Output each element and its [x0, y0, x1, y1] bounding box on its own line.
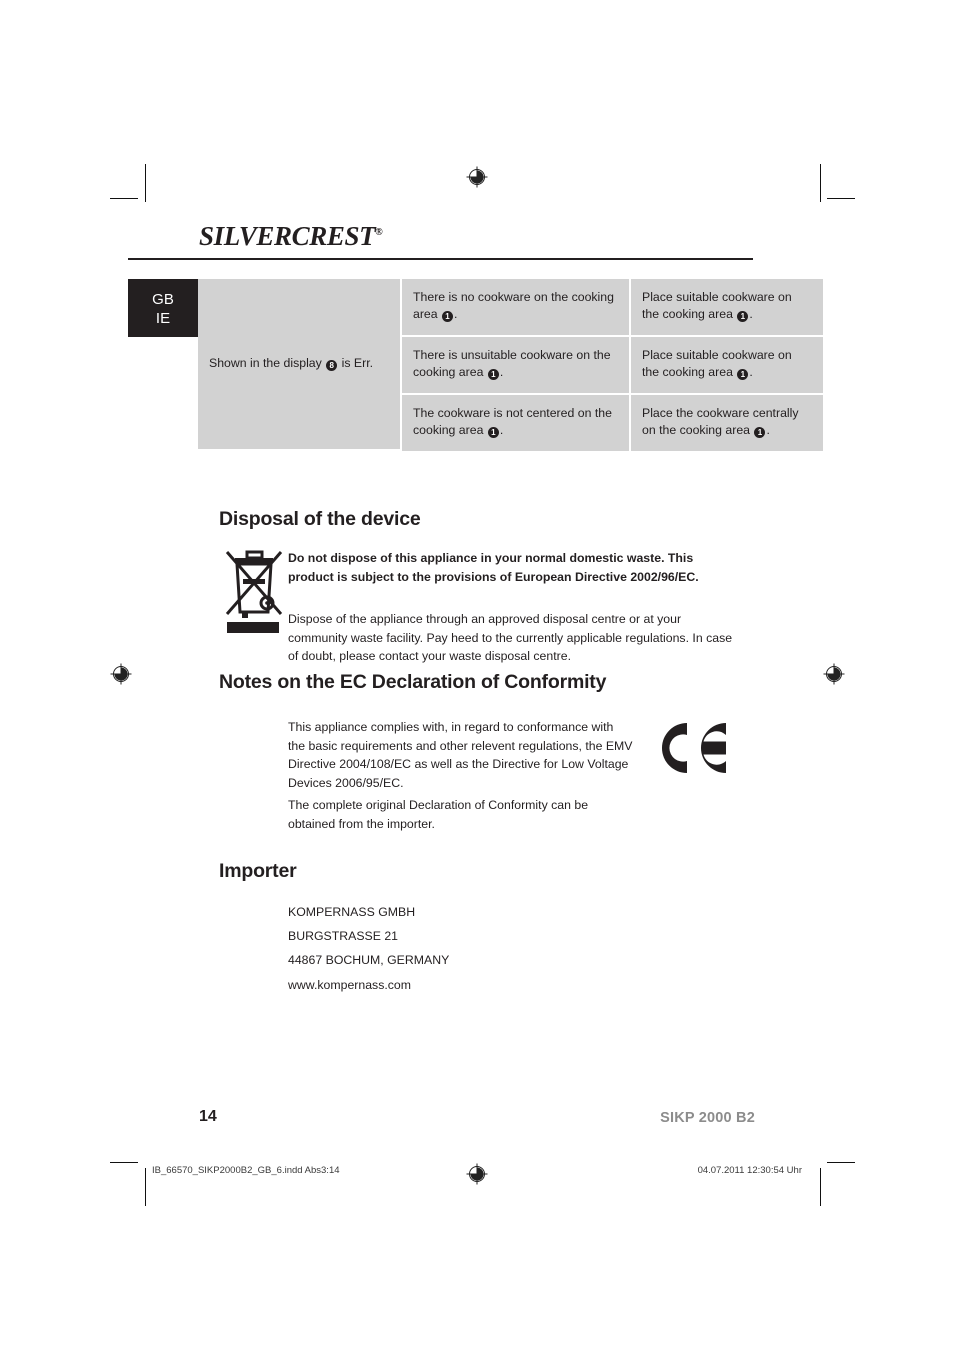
registration-mark-top	[466, 166, 488, 188]
brand-logo-primary: SILVER	[199, 221, 292, 251]
page-number: 14	[199, 1108, 217, 1125]
table-cell-remedy: Place suitable cookware on the cooking a…	[631, 279, 823, 337]
ce-mark-icon	[661, 723, 726, 773]
header-rule	[128, 258, 753, 260]
table-cell-remedy: Place suitable cookware on the cooking a…	[631, 337, 823, 395]
remedy-text: Place the cookware centrally on the cook…	[642, 406, 799, 437]
remedy-text: Place suitable cookware on the cooking a…	[642, 290, 792, 321]
cause-text: There is unsuitable cookware on the cook…	[413, 348, 611, 379]
cause-text-suffix: .	[499, 365, 504, 379]
importer-line-2: BURGSTRASSE 21	[288, 929, 399, 943]
crop-mark-bottom-left	[145, 1168, 146, 1206]
language-tab-line-1: GB	[152, 291, 174, 308]
brand-logo: SILVERCREST®	[199, 221, 383, 252]
print-slug-timestamp: 04.07.2011 12:30:54 Uhr	[697, 1165, 802, 1176]
crop-mark-top-right	[820, 164, 821, 202]
registration-mark-bottom	[466, 1163, 488, 1185]
disposal-bold-note: Do not dispose of this appliance in your…	[288, 551, 699, 584]
cause-text-suffix: .	[499, 423, 504, 437]
table-row: Shown in the display 8 is Err. There is …	[198, 279, 823, 451]
importer-website: www.kompernass.com	[288, 978, 412, 992]
callout-marker-icon: 1	[737, 369, 749, 380]
troubleshooting-table: Shown in the display 8 is Err. There is …	[198, 279, 823, 451]
language-tab-line-2: IE	[155, 310, 171, 327]
language-tab-gb-ie: GB IE	[128, 279, 198, 337]
callout-marker-icon: 1	[487, 427, 499, 438]
registered-trademark-icon: ®	[375, 227, 383, 238]
callout-marker-icon: 8	[326, 359, 338, 371]
table-cell-remedy: Place the cookware centrally on the cook…	[631, 395, 823, 451]
remedy-text-suffix: .	[749, 307, 753, 321]
section-heading-conformity: Notes on the EC Declaration of Conformit…	[219, 671, 607, 693]
registration-mark-left	[110, 663, 132, 685]
crop-mark-top-left	[145, 164, 146, 202]
importer-line-1: KOMPERNASS GMBH	[288, 905, 416, 919]
crop-tick-top-left	[110, 198, 138, 199]
callout-marker-icon: 1	[754, 427, 766, 438]
callout-marker-icon: 1	[737, 311, 749, 322]
conformity-paragraph-1: This appliance complies with, in regard …	[288, 720, 633, 790]
model-designation: SIKP 2000 B2	[660, 1110, 755, 1126]
callout-marker-icon: 1	[487, 369, 499, 380]
remedy-text: Place suitable cookware on the cooking a…	[642, 348, 792, 379]
problem-text-suffix: is Err.	[338, 355, 374, 370]
disposal-paragraph: Dispose of the appliance through an appr…	[288, 612, 733, 663]
registration-mark-right	[823, 663, 845, 685]
section-heading-disposal: Disposal of the device	[219, 508, 421, 530]
table-cell-cause: The cookware is not centered on the cook…	[402, 395, 631, 451]
table-cell-problem: Shown in the display 8 is Err.	[198, 279, 402, 451]
conformity-paragraph-2: The complete original Declaration of Con…	[288, 798, 589, 831]
problem-text-prefix: Shown in the display	[209, 355, 326, 370]
importer-line-3: 44867 BOCHUM, GERMANY	[288, 953, 450, 967]
cause-text: The cookware is not centered on the cook…	[413, 406, 612, 437]
brand-logo-secondary: CREST	[291, 221, 376, 251]
table-cell-cause: There is no cookware on the cooking area…	[402, 279, 631, 337]
crop-mark-bottom-right	[820, 1168, 821, 1206]
remedy-text-suffix: .	[766, 423, 770, 437]
crop-tick-bottom-right	[827, 1162, 855, 1163]
section-heading-importer: Importer	[219, 860, 297, 882]
remedy-text-suffix: .	[749, 365, 753, 379]
page-canvas: SILVERCREST® GB IE Shown in the display …	[0, 0, 954, 1350]
crop-tick-bottom-left	[110, 1162, 138, 1163]
table-cell-cause: There is unsuitable cookware on the cook…	[402, 337, 631, 395]
crop-tick-top-right	[827, 198, 855, 199]
weee-crossed-bin-icon	[225, 550, 283, 633]
callout-marker-icon: 1	[442, 311, 454, 322]
print-slug-filename: IB_66570_SIKP2000B2_GB_6.indd Abs3:14	[152, 1165, 340, 1176]
cause-text-suffix: .	[454, 307, 458, 321]
